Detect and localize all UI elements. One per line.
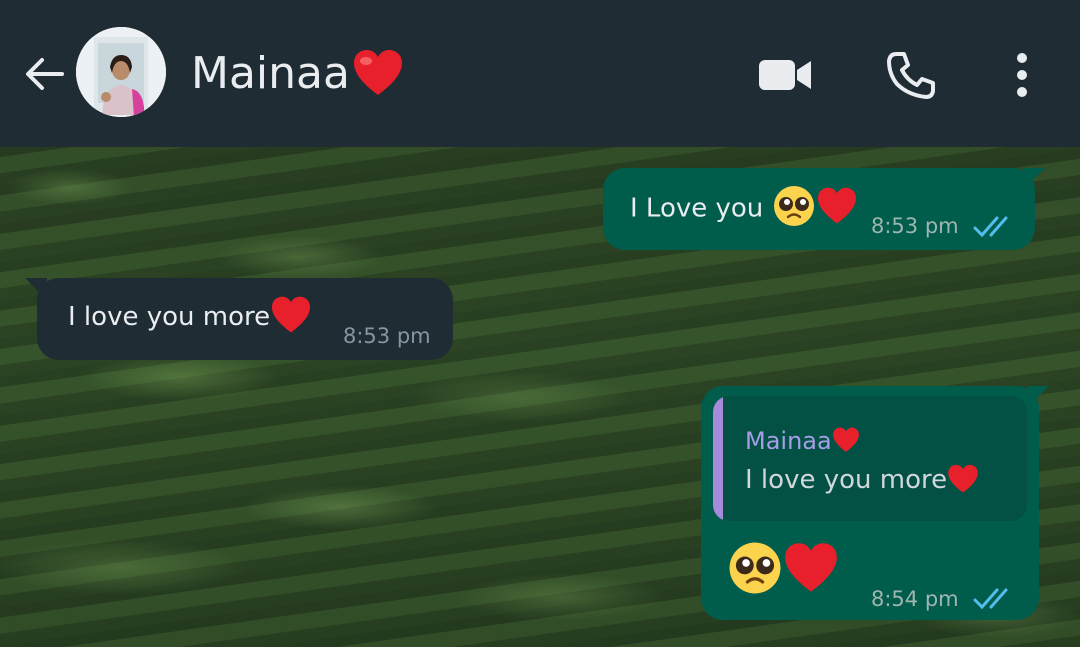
quoted-message[interactable]: Mainaa❤️ I love you more❤️: [713, 396, 1027, 521]
video-call-icon[interactable]: [757, 54, 813, 96]
bubble-tail: [1027, 386, 1049, 408]
bubble-tail: [25, 278, 47, 300]
chat-header: Mainaa❤️: [0, 0, 1080, 147]
contact-name[interactable]: Mainaa❤️: [191, 46, 404, 102]
quoted-text: I love you more❤️: [745, 464, 979, 496]
message-time: 8:53 pm: [343, 324, 431, 348]
more-options-icon[interactable]: [1005, 50, 1039, 100]
message-time: 8:53 pm: [871, 214, 959, 238]
contact-avatar[interactable]: [76, 27, 166, 117]
message-text: I love you more❤️: [68, 296, 312, 334]
heart-icon: [948, 464, 978, 493]
heart-icon: [785, 543, 837, 592]
quoted-sender-name: Mainaa: [745, 427, 832, 455]
quoted-text-content: I love you more: [745, 465, 948, 495]
voice-call-icon[interactable]: [886, 50, 936, 100]
message-text: I Love you 🥺❤️: [630, 186, 858, 228]
message-text-content: I Love you: [630, 193, 764, 224]
pleading-face-emoji-icon: [773, 186, 814, 226]
contact-name-text: Mainaa: [191, 48, 350, 99]
read-receipt-icon: [973, 216, 1008, 238]
heart-icon: [353, 50, 402, 95]
bubble-tail: [1023, 168, 1045, 190]
incoming-message[interactable]: I love you more❤️ 8:53 pm: [25, 278, 453, 360]
outgoing-message[interactable]: I Love you 🥺❤️ 8:53 pm: [603, 168, 1045, 250]
message-text-content: I love you more: [68, 302, 271, 332]
heart-icon: [817, 187, 856, 224]
pleading-face-emoji-icon: [729, 542, 781, 594]
read-receipt-icon: [973, 588, 1008, 610]
heart-icon: [272, 296, 311, 332]
back-arrow-icon[interactable]: [22, 52, 66, 96]
message-time: 8:54 pm: [871, 587, 959, 611]
message-emoji-row: 🥺❤️: [727, 540, 839, 596]
heart-icon: [832, 427, 859, 452]
quoted-sender: Mainaa❤️: [745, 426, 860, 456]
outgoing-reply-message[interactable]: Mainaa❤️ I love you more❤️ 🥺❤️ 8:54 pm: [701, 386, 1049, 620]
quote-bar: [713, 396, 723, 521]
